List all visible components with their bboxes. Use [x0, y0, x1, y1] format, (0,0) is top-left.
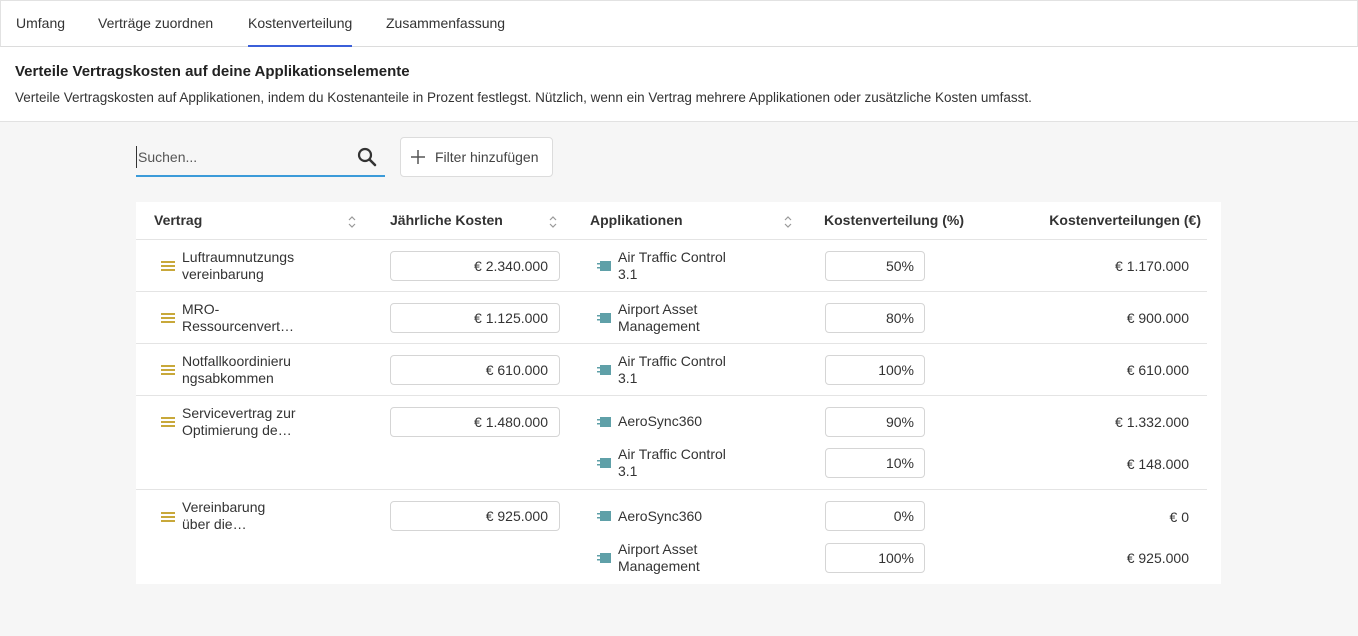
- contract-lines-icon: [161, 313, 175, 323]
- table-row-contract[interactable]: Vereinbarung über die…: [182, 499, 312, 533]
- tab-kostenverteilung[interactable]: Kostenverteilung: [248, 1, 353, 47]
- allocated-amount: € 148.000: [1126, 456, 1189, 472]
- annual-cost-input[interactable]: [390, 251, 560, 281]
- annual-cost-input[interactable]: [390, 501, 560, 531]
- application-icon: [597, 313, 611, 323]
- percentage-input[interactable]: [825, 303, 925, 333]
- column-header-applikationen[interactable]: Applikationen: [590, 202, 683, 240]
- divider: [136, 343, 1207, 344]
- application-name: Air Traffic Control 3.1: [618, 249, 726, 282]
- application-icon: [597, 511, 611, 521]
- percentage-input[interactable]: [825, 407, 925, 437]
- percentage-input[interactable]: [825, 543, 925, 573]
- percentage-input[interactable]: [825, 501, 925, 531]
- allocated-amount: € 1.170.000: [1115, 258, 1189, 274]
- column-header-vertrag[interactable]: Vertrag: [154, 202, 202, 240]
- plus-icon: [411, 150, 425, 164]
- allocated-amount: € 1.332.000: [1115, 414, 1189, 430]
- divider: [136, 489, 1207, 490]
- percentage-input[interactable]: [825, 448, 925, 478]
- table-row-contract[interactable]: MRO- Ressourcenvert…: [182, 301, 312, 335]
- search-field: [136, 138, 385, 177]
- tab-bar: Umfang Verträge zuordnen Kostenverteilun…: [0, 0, 1358, 47]
- application-icon: [597, 417, 611, 427]
- divider: [136, 239, 1207, 240]
- sort-icon[interactable]: [347, 215, 357, 229]
- contract-lines-icon: [161, 417, 175, 427]
- search-icon[interactable]: [357, 147, 377, 167]
- divider: [136, 291, 1207, 292]
- percentage-input[interactable]: [825, 355, 925, 385]
- contract-lines-icon: [161, 512, 175, 522]
- sort-icon[interactable]: [783, 215, 793, 229]
- page-header: Verteile Vertragskosten auf deine Applik…: [0, 47, 1358, 122]
- application-icon: [597, 458, 611, 468]
- table-row-contract[interactable]: Luftraumnutzungs vereinbarung: [182, 249, 312, 283]
- table-row-contract[interactable]: Notfallkoordinieru ngsabkommen: [182, 353, 312, 387]
- annual-cost-input[interactable]: [390, 303, 560, 333]
- percentage-input[interactable]: [825, 251, 925, 281]
- tab-zusammenfassung[interactable]: Zusammenfassung: [386, 1, 505, 47]
- allocated-amount: € 900.000: [1126, 310, 1189, 326]
- annual-cost-input[interactable]: [390, 407, 560, 437]
- contract-lines-icon: [161, 365, 175, 375]
- table-row-contract[interactable]: Servicevertrag zur Optimierung de…: [182, 405, 312, 439]
- application-icon: [597, 365, 611, 375]
- add-filter-label: Filter hinzufügen: [435, 149, 539, 165]
- application-name: Airport Asset Management: [618, 301, 700, 334]
- allocated-amount: € 0: [1169, 509, 1189, 525]
- application-icon: [597, 553, 611, 563]
- divider: [136, 395, 1207, 396]
- allocated-amount: € 610.000: [1126, 362, 1189, 378]
- add-filter-button[interactable]: Filter hinzufügen: [400, 137, 553, 177]
- application-name: Air Traffic Control 3.1: [618, 446, 726, 479]
- application-name: AeroSync360: [618, 413, 703, 429]
- application-name: Air Traffic Control 3.1: [618, 353, 726, 386]
- page-description: Verteile Vertragskosten auf Applikatione…: [15, 90, 1032, 105]
- sort-icon[interactable]: [548, 215, 558, 229]
- cost-distribution-table: Vertrag Jährliche Kosten Applikationen K…: [136, 202, 1221, 584]
- application-name: AeroSync360: [618, 508, 703, 524]
- application-name: Airport Asset Management: [618, 541, 700, 574]
- page-title: Verteile Vertragskosten auf deine Applik…: [15, 63, 410, 80]
- application-icon: [597, 261, 611, 271]
- annual-cost-input[interactable]: [390, 355, 560, 385]
- allocated-amount: € 925.000: [1126, 550, 1189, 566]
- contract-lines-icon: [161, 261, 175, 271]
- column-header-kostenverteilungen-eur: Kostenverteilungen (€): [1049, 212, 1201, 228]
- tab-vertraege-zuordnen[interactable]: Verträge zuordnen: [98, 1, 213, 47]
- column-header-kostenverteilung-pct: Kostenverteilung (%): [824, 212, 965, 228]
- tab-umfang[interactable]: Umfang: [16, 1, 65, 47]
- search-input[interactable]: [136, 146, 346, 168]
- column-header-jaehrliche-kosten[interactable]: Jährliche Kosten: [390, 202, 503, 240]
